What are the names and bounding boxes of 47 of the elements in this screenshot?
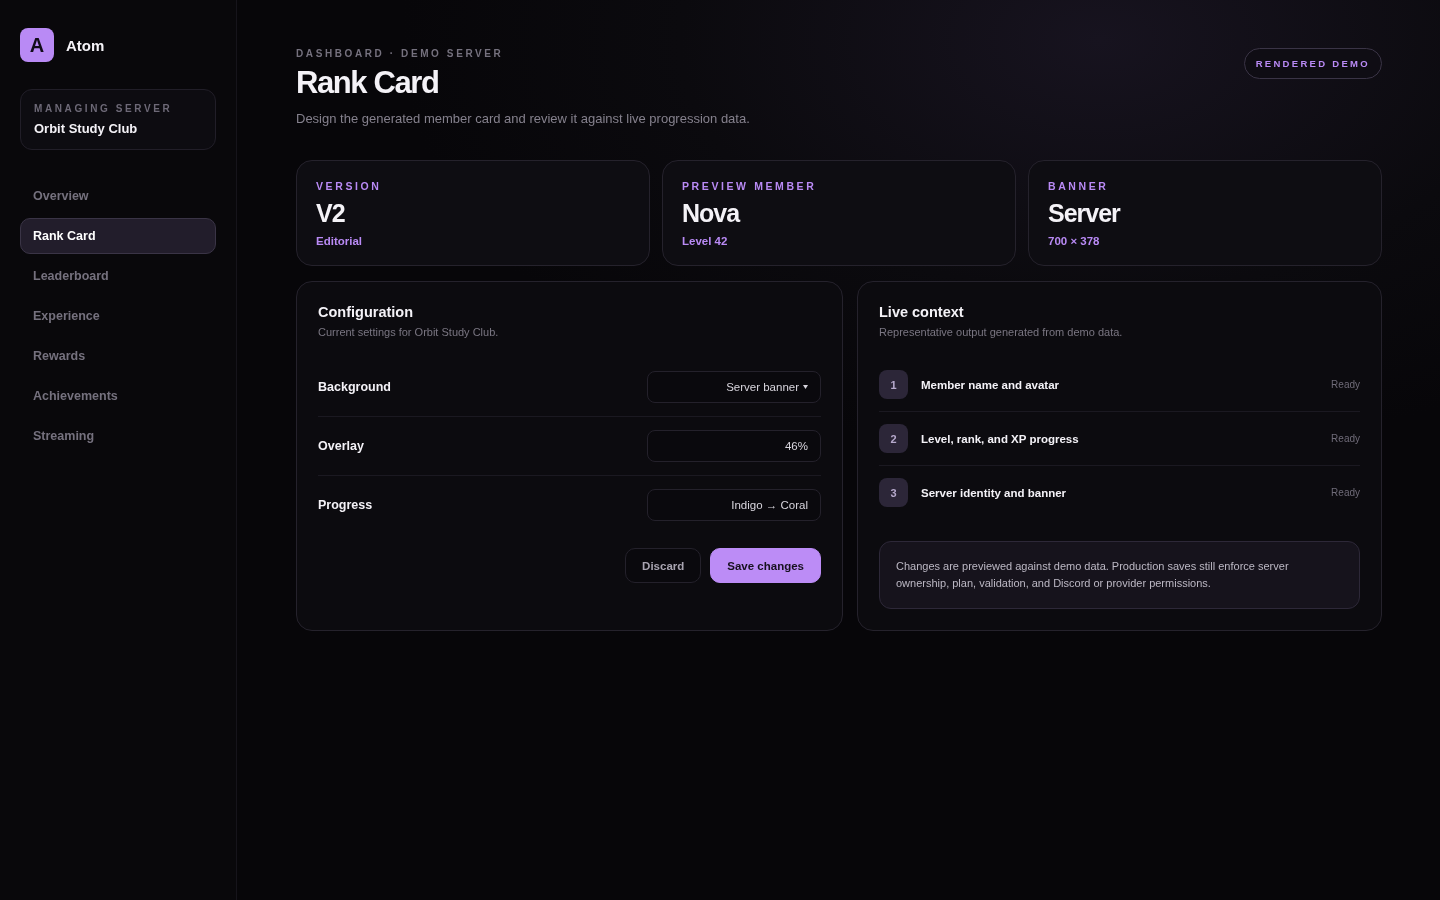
- setting-label: Background: [318, 380, 391, 394]
- caret-icon: [803, 385, 808, 389]
- discard-button[interactable]: Discard: [625, 548, 702, 583]
- info-note: Changes are previewed against demo data. Production saves still enforce server ownership, plan, validation, and Discord or provider permissions.: [879, 541, 1360, 609]
- nav-item[interactable]: Leaderboard: [20, 258, 216, 294]
- stat-value: V2: [316, 199, 346, 228]
- nav-item[interactable]: Rewards: [20, 338, 216, 374]
- stat-detail: Level 42: [682, 235, 729, 247]
- panel-title: Configuration: [318, 304, 415, 320]
- nav-item[interactable]: Experience: [20, 298, 216, 334]
- demo-badge: RENDERED DEMO: [1243, 48, 1382, 79]
- context-item-label: Server identity and banner: [921, 486, 1068, 499]
- input-field[interactable]: 46%: [647, 430, 821, 462]
- status-text: Ready: [1331, 379, 1360, 390]
- stat-label: BANNER: [1048, 180, 1110, 192]
- nav-item[interactable]: Rank Card: [20, 218, 216, 254]
- nav-item[interactable]: Overview: [20, 178, 216, 214]
- step-number: 1: [879, 370, 908, 399]
- panel-subtitle: Current settings for Orbit Study Club.: [318, 326, 500, 338]
- nav-item[interactable]: Streaming: [20, 418, 216, 454]
- stat-value: Nova: [682, 199, 741, 228]
- stat-detail: Editorial: [316, 235, 363, 247]
- setting-label: Progress: [318, 498, 373, 512]
- context-item-label: Level, rank, and XP progress: [921, 432, 1080, 445]
- select-field[interactable]: Server banner: [647, 371, 821, 403]
- page-subtitle: Design the generated member card and review it against live progression data.: [296, 111, 750, 126]
- save-button[interactable]: Save changes: [710, 548, 821, 583]
- page-title: Rank Card: [296, 65, 440, 101]
- panel-title: Live context: [879, 304, 965, 320]
- brand-name: Atom: [66, 36, 105, 54]
- status-text: Ready: [1331, 433, 1360, 444]
- input-field[interactable]: Indigo → Coral: [647, 489, 821, 521]
- step-number: 2: [879, 424, 908, 453]
- step-number: 3: [879, 478, 908, 507]
- stat-label: VERSION: [316, 180, 383, 192]
- context-item-label: Member name and avatar: [921, 378, 1061, 391]
- breadcrumb: DASHBOARD · DEMO SERVER: [296, 48, 505, 59]
- stat-detail: 700 × 378: [1048, 235, 1101, 247]
- stat-value: Server: [1048, 199, 1122, 228]
- status-text: Ready: [1331, 487, 1360, 498]
- panel-subtitle: Representative output generated from demo data.: [879, 326, 1124, 338]
- nav-item[interactable]: Achievements: [20, 378, 216, 414]
- stat-label: PREVIEW MEMBER: [682, 180, 818, 192]
- server-label: MANAGING SERVER: [34, 103, 174, 114]
- setting-label: Overlay: [318, 439, 364, 453]
- logo-icon: A: [20, 28, 54, 62]
- server-name: Orbit Study Club: [34, 121, 139, 136]
